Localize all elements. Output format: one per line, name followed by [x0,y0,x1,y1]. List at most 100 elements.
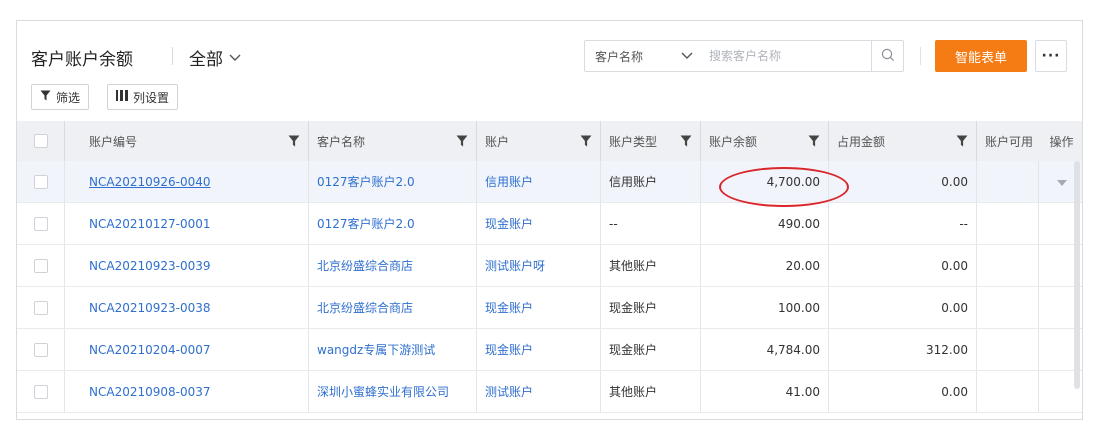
available-cell [977,329,1039,370]
more-button[interactable]: ··· [1035,40,1067,72]
account-id-link[interactable]: NCA20210204-0007 [73,343,211,357]
search-field-select[interactable]: 客户名称 [585,41,703,71]
table-row[interactable]: NCA20210204-0007 wangdz专属下游测试 现金账户 现金账户 … [17,329,1082,371]
filter-icon[interactable] [580,135,592,147]
account-link[interactable]: 现金账户 [485,341,533,358]
table-row[interactable]: NCA20210908-0037 深圳小蜜蜂实业有限公司 测试账户 其他账户 4… [17,371,1082,413]
customer-link[interactable]: 深圳小蜜蜂实业有限公司 [317,383,449,400]
account-cell: 现金账户 [477,203,601,244]
column-header-occupied[interactable]: 占用金额 [829,121,977,161]
account-type-cell: 信用账户 [601,161,701,202]
customer-link[interactable]: wangdz专属下游测试 [317,341,435,358]
row-checkbox[interactable] [33,216,48,231]
account-type-cell: 现金账户 [601,329,701,370]
column-header-account[interactable]: 账户 [477,121,601,161]
filter-icon [40,90,51,104]
account-id-link[interactable]: NCA20210127-0001 [73,217,211,231]
customer-link[interactable]: 北京纷盛综合商店 [317,299,413,316]
balance-cell: 4,784.00 [701,329,829,370]
row-checkbox-cell [17,203,65,244]
search-input[interactable] [703,41,871,71]
customer-cell: 深圳小蜜蜂实业有限公司 [309,371,477,412]
filter-icon[interactable] [956,135,968,147]
column-header-account-type[interactable]: 账户类型 [601,121,701,161]
account-link[interactable]: 现金账户 [485,215,533,232]
account-link[interactable]: 信用账户 [485,173,533,190]
available-cell [977,287,1039,328]
account-cell: 测试账户呀 [477,245,601,286]
account-id-cell: NCA20210127-0001 [65,203,309,244]
view-select[interactable]: 全部 [189,45,241,70]
account-link[interactable]: 测试账户 [485,383,533,400]
available-cell [977,245,1039,286]
table-row[interactable]: NCA20210923-0039 北京纷盛综合商店 测试账户呀 其他账户 20.… [17,245,1082,287]
account-id-link[interactable]: NCA20210926-0040 [73,175,211,189]
table-row[interactable]: NCA20210926-0040 0127客户账户2.0 信用账户 信用账户 4… [17,161,1082,203]
available-cell [977,161,1039,202]
table-row[interactable]: NCA20210127-0001 0127客户账户2.0 现金账户 -- 490… [17,203,1082,245]
account-table: 账户编号 客户名称 账户 账户类型 账户余额 占用金额 账户可用 操作 NCA2… [17,121,1082,413]
customer-cell: wangdz专属下游测试 [309,329,477,370]
account-id-link[interactable]: NCA20210908-0037 [73,385,211,399]
account-link[interactable]: 测试账户呀 [485,257,545,274]
search-field-label: 客户名称 [595,49,644,64]
row-checkbox[interactable] [33,384,48,399]
account-id-cell: NCA20210923-0038 [65,287,309,328]
table-row[interactable]: NCA20210923-0038 北京纷盛综合商店 现金账户 现金账户 100.… [17,287,1082,329]
account-id-cell: NCA20210908-0037 [65,371,309,412]
available-cell [977,371,1039,412]
filter-icon[interactable] [680,135,692,147]
row-checkbox[interactable] [33,300,48,315]
view-select-label: 全部 [189,50,223,70]
smart-form-button[interactable]: 智能表单 [935,40,1027,72]
column-settings-button[interactable]: 列设置 [107,84,179,110]
column-header-customer[interactable]: 客户名称 [309,121,477,161]
occupied-cell: 0.00 [829,371,977,412]
chevron-down-icon [681,50,693,63]
customer-cell: 北京纷盛综合商店 [309,287,477,328]
account-cell: 现金账户 [477,287,601,328]
account-cell: 现金账户 [477,329,601,370]
row-checkbox-cell [17,371,65,412]
column-header-balance[interactable]: 账户余额 [701,121,829,161]
row-checkbox[interactable] [33,342,48,357]
customer-link[interactable]: 0127客户账户2.0 [317,215,415,232]
filter-icon[interactable] [456,135,468,147]
customer-link[interactable]: 北京纷盛综合商店 [317,257,413,274]
caret-down-icon[interactable] [1056,175,1067,189]
customer-link[interactable]: 0127客户账户2.0 [317,173,415,190]
select-all-checkbox[interactable] [33,134,48,148]
row-checkbox-cell [17,287,65,328]
balance-cell: 490.00 [701,203,829,244]
account-type-cell: 其他账户 [601,245,701,286]
occupied-cell: 0.00 [829,245,977,286]
search-box: 客户名称 [584,40,904,72]
table-header: 账户编号 客户名称 账户 账户类型 账户余额 占用金额 账户可用 操作 [17,121,1082,161]
row-checkbox[interactable] [33,258,48,273]
chevron-down-icon [229,51,241,65]
filter-button[interactable]: 筛选 [31,84,90,110]
account-id-cell: NCA20210926-0040 [65,161,309,202]
search-button[interactable] [871,41,903,71]
column-header-actions: 操作 [1049,134,1074,149]
highlight-annotation-ring [719,167,849,207]
account-id-link[interactable]: NCA20210923-0038 [73,301,211,315]
vertical-scrollbar[interactable] [1074,161,1080,389]
account-type-cell: -- [601,203,701,244]
filter-icon[interactable] [288,135,300,147]
filter-icon[interactable] [808,135,820,147]
column-header-available[interactable]: 账户可用 [977,121,1039,161]
column-settings-label: 列设置 [133,90,170,105]
customer-cell: 北京纷盛综合商店 [309,245,477,286]
customer-cell: 0127客户账户2.0 [309,203,477,244]
account-id-link[interactable]: NCA20210923-0039 [73,259,211,273]
balance-cell: 41.00 [701,371,829,412]
account-id-cell: NCA20210204-0007 [65,329,309,370]
account-link[interactable]: 现金账户 [485,299,533,316]
customer-cell: 0127客户账户2.0 [309,161,477,202]
row-checkbox[interactable] [33,174,48,189]
balance-cell: 20.00 [701,245,829,286]
occupied-cell: 0.00 [829,161,977,202]
column-header-account-id[interactable]: 账户编号 [65,121,309,161]
occupied-cell: 312.00 [829,329,977,370]
